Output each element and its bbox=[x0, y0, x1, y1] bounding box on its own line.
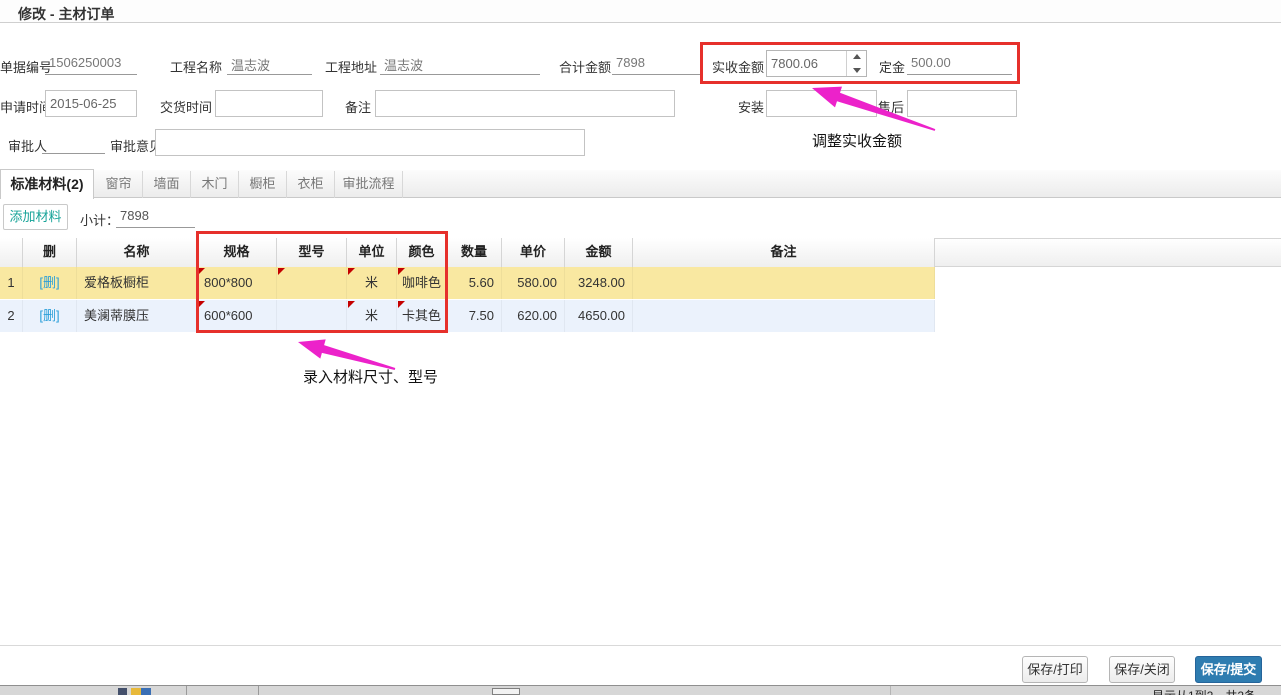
annotation-adjust-amount: 调整实收金额 bbox=[812, 130, 902, 151]
cell-delete: [删] bbox=[23, 267, 77, 299]
tab-wood-door[interactable]: 木门 bbox=[191, 171, 239, 198]
tab-standard-material[interactable]: 标准材料(2) bbox=[0, 169, 94, 199]
cell-name[interactable]: 美澜蒂膜压 bbox=[77, 300, 197, 332]
remark-input[interactable] bbox=[375, 90, 675, 117]
delete-row-link[interactable]: [删] bbox=[39, 275, 59, 290]
tab-cabinet[interactable]: 橱柜 bbox=[239, 171, 287, 198]
delivery-date-label: 交货时间 bbox=[160, 97, 212, 116]
cell-price[interactable]: 580.00 bbox=[502, 267, 565, 299]
dialog-title: 修改 - 主材订单 bbox=[18, 4, 114, 24]
project-name-value: 温志波 bbox=[227, 54, 312, 75]
background-window-fragment bbox=[118, 688, 127, 695]
col-header-remark: 备注 bbox=[633, 238, 935, 267]
cell-amount: 4650.00 bbox=[565, 300, 633, 332]
project-name-label: 工程名称 bbox=[170, 57, 222, 76]
project-address-label: 工程地址 bbox=[325, 57, 377, 76]
save-print-button[interactable]: 保存/打印 bbox=[1022, 656, 1088, 683]
table-row-2[interactable]: 2 [删] 美澜蒂膜压 600*600 米 卡其色 7.50 620.00 46… bbox=[0, 300, 935, 332]
save-close-button[interactable]: 保存/关闭 bbox=[1109, 656, 1175, 683]
annotation-box-received-amount bbox=[700, 42, 1020, 84]
background-window-strip: 显示从1到2，共2条 bbox=[0, 685, 1281, 695]
tab-approval-flow[interactable]: 审批流程 bbox=[335, 171, 403, 198]
approver-value[interactable] bbox=[42, 133, 105, 154]
background-window-fragment bbox=[258, 686, 259, 695]
add-material-button[interactable]: 添加材料 bbox=[3, 204, 68, 230]
col-header-amount[interactable]: 金额 bbox=[565, 238, 633, 267]
cell-remark[interactable] bbox=[633, 267, 935, 299]
annotation-box-spec-columns bbox=[196, 231, 448, 333]
dialog-titlebar: 修改 - 主材订单 bbox=[0, 0, 1281, 23]
table-row-1[interactable]: 1 [删] 爱格板橱柜 800*800 米 咖啡色 5.60 580.00 32… bbox=[0, 267, 935, 299]
col-header-qty[interactable]: 数量 bbox=[447, 238, 502, 267]
background-window-fragment bbox=[186, 686, 187, 695]
total-amount-label: 合计金额 bbox=[559, 57, 611, 76]
background-window-fragment bbox=[131, 688, 151, 695]
save-submit-button[interactable]: 保存/提交 bbox=[1195, 656, 1262, 683]
table-header-row: 删 名称 规格 型号 单位 颜色 数量 单价 金额 备注 bbox=[0, 238, 935, 267]
pagination-summary-partial: 显示从1到2，共2条 bbox=[1152, 687, 1256, 695]
subtotal-value: 7898 bbox=[116, 207, 195, 228]
annotation-enter-spec: 录入材料尺寸、型号 bbox=[303, 366, 438, 387]
cell-qty[interactable]: 7.50 bbox=[447, 300, 502, 332]
background-window-fragment bbox=[890, 686, 891, 695]
edit-main-material-order-dialog: 修改 - 主材订单 单据编号 1506250003 工程名称 温志波 工程地址 … bbox=[0, 0, 1281, 695]
tab-curtain[interactable]: 窗帘 bbox=[95, 171, 143, 198]
col-header-rownum bbox=[0, 238, 23, 267]
cell-name[interactable]: 爱格板橱柜 bbox=[77, 267, 197, 299]
tab-wardrobe[interactable]: 衣柜 bbox=[287, 171, 335, 198]
cell-rownum: 1 bbox=[0, 267, 23, 299]
order-no-value: 1506250003 bbox=[45, 54, 137, 75]
tab-wall[interactable]: 墙面 bbox=[143, 171, 191, 198]
approval-opinion-input[interactable] bbox=[155, 129, 585, 156]
delete-row-link[interactable]: [删] bbox=[39, 308, 59, 323]
delivery-date-input[interactable] bbox=[215, 90, 323, 117]
total-amount-value: 7898 bbox=[612, 54, 702, 75]
apply-date-input[interactable] bbox=[45, 90, 137, 117]
annotation-arrow-received-amount bbox=[800, 84, 940, 134]
cell-amount: 3248.00 bbox=[565, 267, 633, 299]
subtotal-label: 小计： bbox=[80, 210, 119, 229]
col-header-delete[interactable]: 删 bbox=[23, 238, 77, 267]
col-header-name[interactable]: 名称 bbox=[77, 238, 197, 267]
project-address-value: 温志波 bbox=[380, 54, 540, 75]
cell-rownum: 2 bbox=[0, 300, 23, 332]
cell-remark[interactable] bbox=[633, 300, 935, 332]
install-label: 安装 bbox=[738, 97, 764, 116]
col-header-price[interactable]: 单价 bbox=[502, 238, 565, 267]
background-window-fragment bbox=[492, 688, 520, 695]
cell-price[interactable]: 620.00 bbox=[502, 300, 565, 332]
cell-delete: [删] bbox=[23, 300, 77, 332]
cell-qty[interactable]: 5.60 bbox=[447, 267, 502, 299]
remark-label: 备注 bbox=[345, 97, 371, 116]
footer-divider bbox=[0, 645, 1281, 646]
